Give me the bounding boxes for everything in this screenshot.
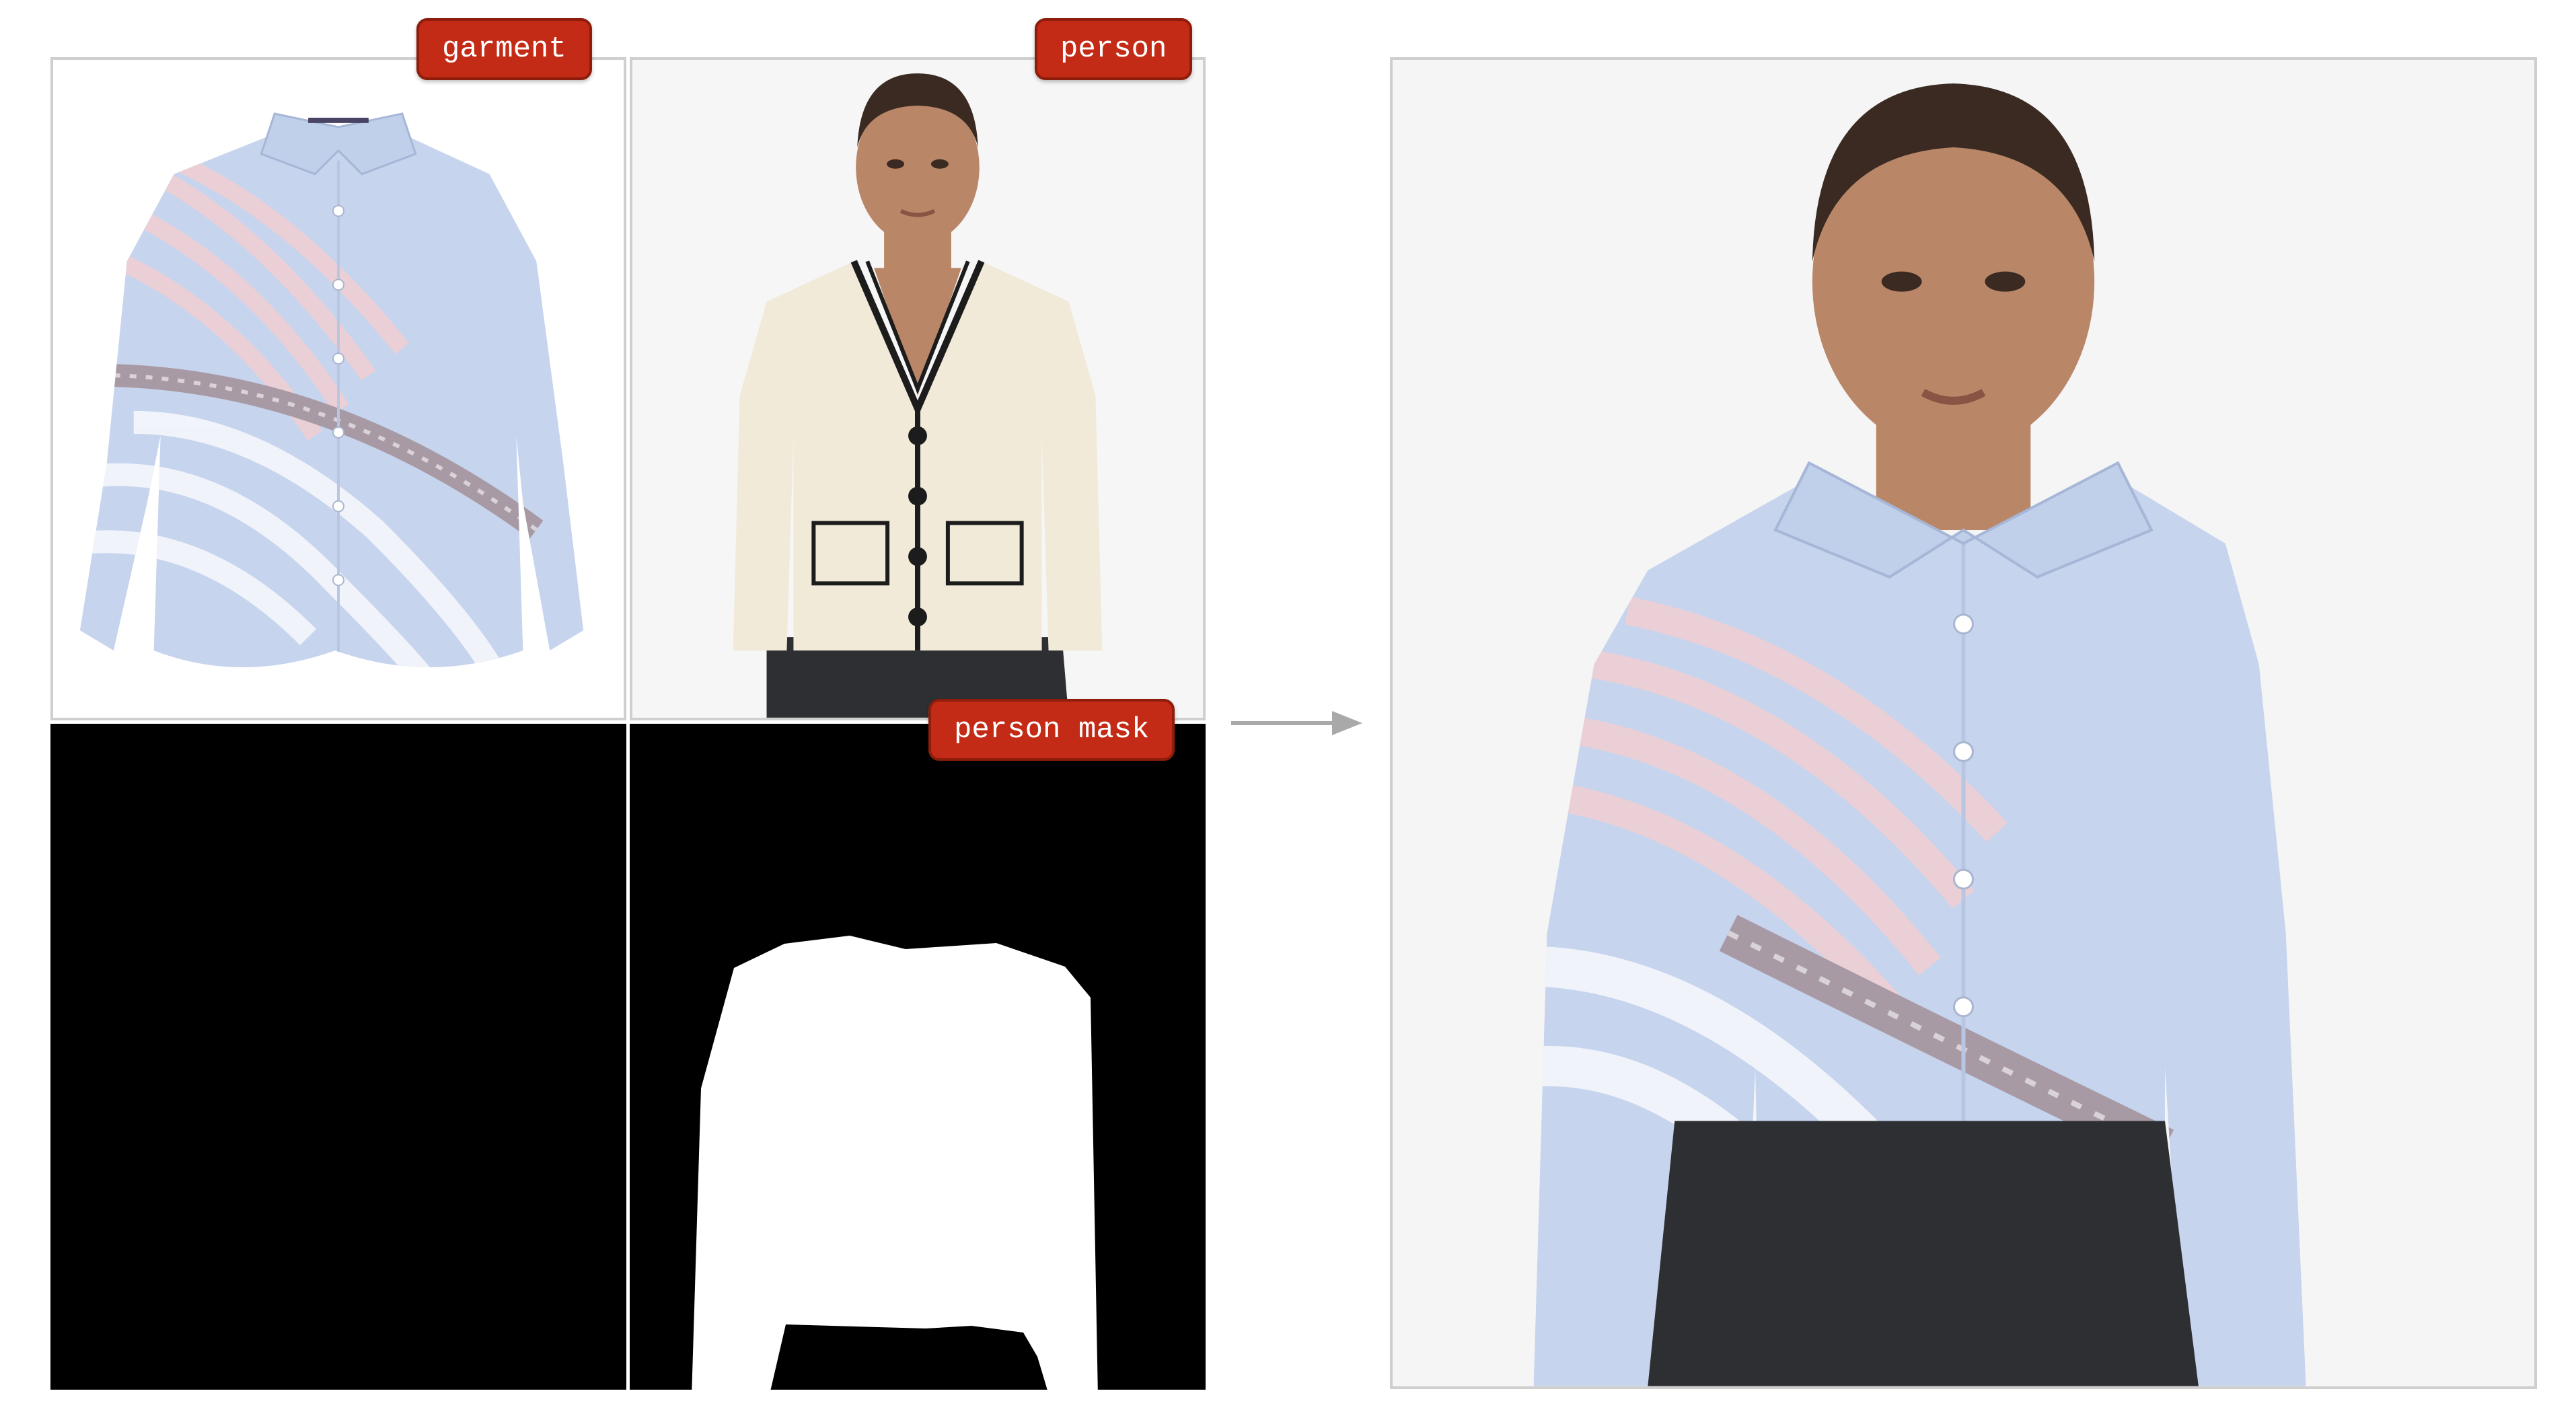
result-panel [1390, 57, 2537, 1389]
garment-panel [50, 57, 626, 720]
person-image [632, 60, 1203, 718]
garment-tag: garment [416, 18, 592, 80]
person-mask-image [692, 936, 1098, 1390]
right-arrow-icon [1231, 711, 1362, 735]
person-tag: person [1035, 18, 1193, 80]
garment-mask-panel [50, 724, 626, 1390]
result-image [1393, 60, 2534, 1386]
garment-image [79, 112, 584, 668]
person-panel [630, 57, 1206, 720]
person-mask-panel [630, 724, 1206, 1390]
person-mask-tag: person mask [928, 699, 1175, 761]
